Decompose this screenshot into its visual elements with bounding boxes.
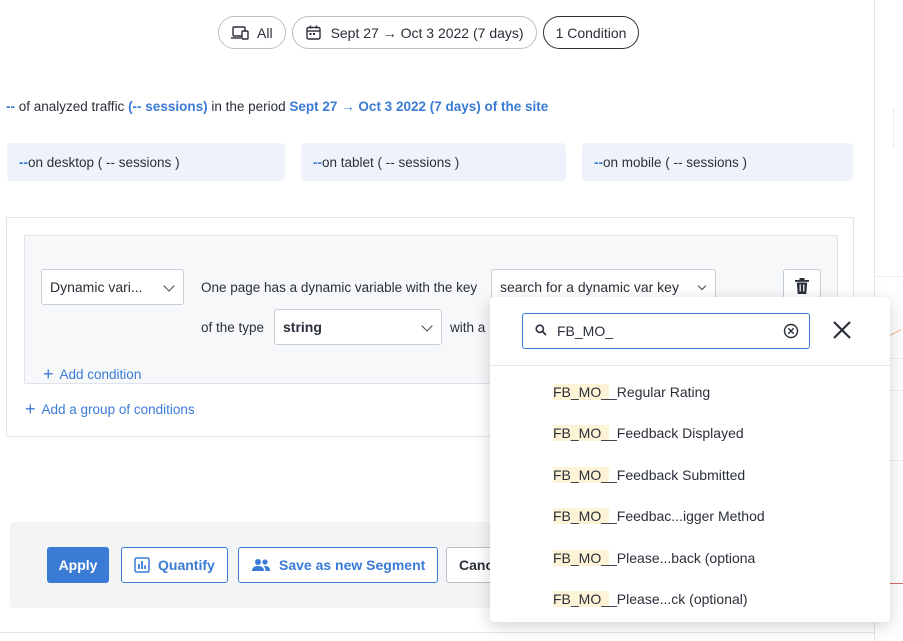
var-key-search-field[interactable] — [522, 313, 810, 349]
add-condition-link[interactable]: + Add condition — [43, 365, 141, 383]
trash-icon — [795, 277, 809, 297]
calendar-icon — [305, 24, 323, 42]
filter-bar: All Sept 27 → Oct 3 2022 (7 days) 1 Cond… — [218, 16, 640, 49]
dropdown-option[interactable]: FB_MO__Feedback Submitted — [553, 467, 745, 483]
condition-description: One page has a dynamic variable with the… — [201, 280, 478, 295]
mobile-label: on mobile ( -- sessions ) — [603, 154, 748, 170]
option-label: _Feedback Displayed — [609, 425, 744, 441]
tablet-value: -- — [313, 154, 322, 170]
option-match: FB_MO_ — [553, 550, 610, 566]
chevron-down-icon — [163, 280, 175, 292]
summary-period: Sept 27 → Oct 3 2022 (7 days) of the sit… — [289, 99, 549, 114]
device-filter-label: All — [257, 24, 273, 41]
quantify-label: Quantify — [158, 557, 215, 573]
option-match: FB_MO_ — [553, 384, 610, 400]
option-match: FB_MO_ — [553, 508, 610, 524]
chevron-down-icon — [697, 281, 707, 291]
desktop-traffic-box: -- on desktop ( -- sessions ) — [7, 143, 285, 181]
plus-icon: + — [25, 399, 36, 419]
option-label: _Please...back (optiona — [609, 550, 756, 566]
add-group-label: Add a group of conditions — [41, 401, 195, 417]
summary-value: -- — [6, 99, 15, 114]
bar-chart-icon — [134, 557, 150, 573]
close-icon[interactable] — [831, 319, 853, 341]
dropdown-option[interactable]: FB_MO__Regular Rating — [553, 384, 710, 400]
clear-search-icon[interactable] — [783, 323, 799, 339]
add-condition-label: Add condition — [59, 366, 142, 382]
users-icon — [251, 558, 271, 572]
chevron-down-icon — [421, 320, 433, 332]
search-icon — [535, 323, 547, 339]
desktop-value: -- — [19, 154, 28, 170]
apply-button[interactable]: Apply — [47, 547, 109, 583]
mobile-traffic-box: -- on mobile ( -- sessions ) — [582, 143, 853, 181]
action-bar: Apply Quantify Save as new Segment Canc — [10, 522, 510, 608]
tablet-label: on tablet ( -- sessions ) — [322, 154, 460, 170]
dropdown-option[interactable]: FB_MO__Feedback Displayed — [553, 425, 744, 441]
option-match: FB_MO_ — [553, 467, 610, 483]
devices-icon — [231, 24, 249, 42]
add-group-link[interactable]: + Add a group of conditions — [25, 400, 195, 418]
summary-sessions: (-- sessions) — [128, 99, 208, 114]
dropdown-divider — [490, 365, 890, 366]
option-match: FB_MO_ — [553, 425, 610, 441]
value-type-value: string — [283, 319, 322, 335]
cancel-label: Canc — [459, 557, 494, 573]
condition-type-value: Dynamic vari... — [50, 279, 143, 295]
save-segment-button[interactable]: Save as new Segment — [238, 547, 439, 583]
mobile-value: -- — [594, 154, 603, 170]
var-key-search-input[interactable] — [557, 323, 757, 339]
tablet-traffic-box: -- on tablet ( -- sessions ) — [301, 143, 566, 181]
type-label: of the type — [201, 320, 265, 335]
dynamic-var-key-value: search for a dynamic var key — [500, 279, 679, 295]
edge-gridline — [875, 276, 903, 277]
dropdown-option[interactable]: FB_MO__Please...ck (optional) — [553, 591, 748, 607]
summary-text: of analyzed traffic — [15, 99, 129, 114]
bottom-divider — [0, 632, 874, 633]
date-filter-label: Sept 27 → Oct 3 2022 (7 days) — [330, 24, 524, 41]
condition-filter-pill[interactable]: 1 Condition — [542, 16, 640, 49]
apply-label: Apply — [58, 557, 98, 573]
condition-filter-label: 1 Condition — [555, 24, 627, 41]
condition-type-select[interactable]: Dynamic vari... — [41, 269, 184, 305]
option-label: _Please...ck (optional) — [609, 591, 748, 607]
device-filter-pill[interactable]: All — [218, 16, 286, 49]
option-match: FB_MO_ — [553, 591, 610, 607]
with-label: with a — [450, 320, 486, 335]
save-segment-label: Save as new Segment — [279, 557, 426, 573]
traffic-summary: -- of analyzed traffic (-- sessions) in … — [6, 99, 548, 114]
option-label: _Feedback Submitted — [609, 467, 746, 483]
var-key-dropdown: FB_MO__Regular Rating FB_MO__Feedback Di… — [490, 297, 890, 622]
dropdown-option[interactable]: FB_MO__Please...back (optiona — [553, 550, 755, 566]
quantify-button[interactable]: Quantify — [121, 547, 228, 583]
value-type-select[interactable]: string — [274, 309, 442, 345]
edge-divider — [893, 108, 894, 148]
summary-text-period: in the period — [207, 99, 290, 114]
dropdown-option[interactable]: FB_MO__Feedbac...igger Method — [553, 508, 765, 524]
option-label: _Feedbac...igger Method — [609, 508, 765, 524]
desktop-label: on desktop ( -- sessions ) — [28, 154, 180, 170]
option-label: _Regular Rating — [609, 384, 711, 400]
date-filter-pill[interactable]: Sept 27 → Oct 3 2022 (7 days) — [291, 16, 537, 49]
plus-icon: + — [43, 364, 54, 384]
